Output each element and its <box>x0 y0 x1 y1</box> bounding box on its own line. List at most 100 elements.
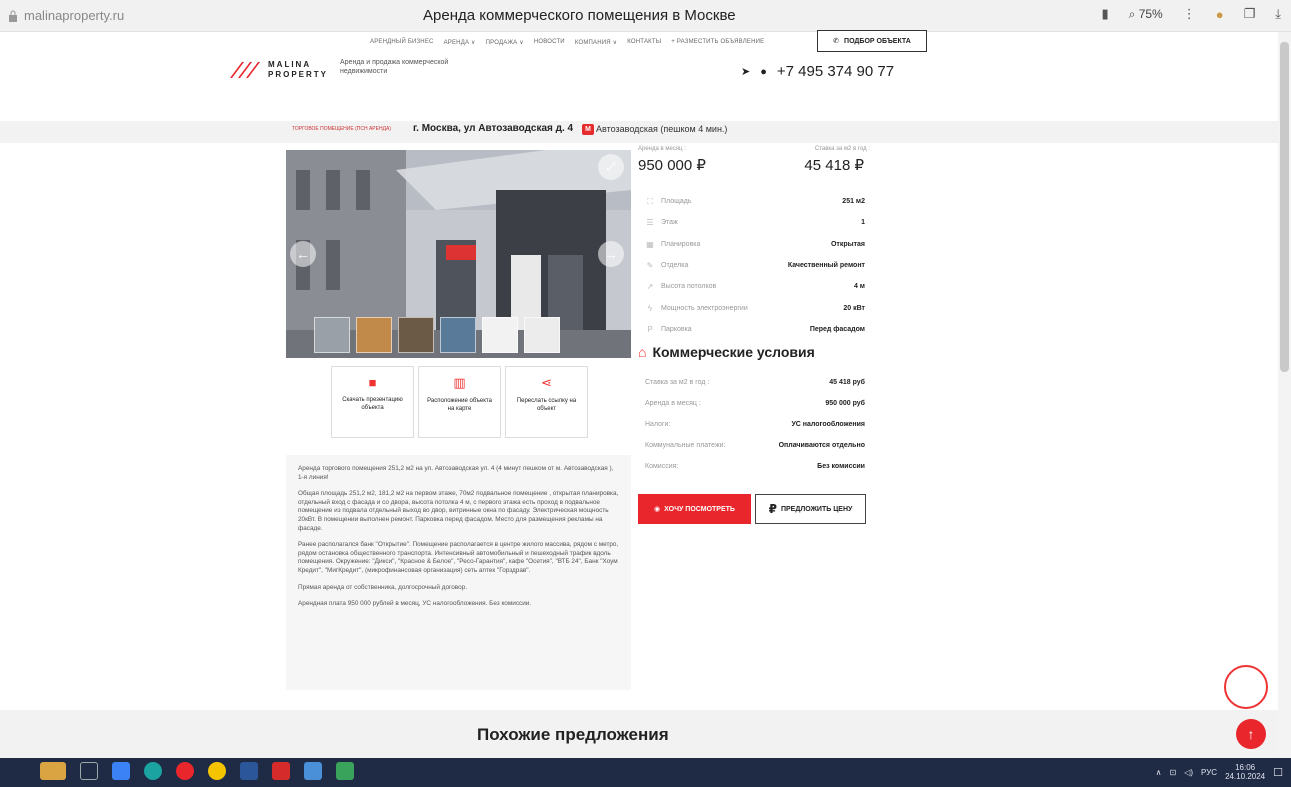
download-presentation-card[interactable]: ■ Скачать презентацию объекта <box>331 366 414 438</box>
offer-price-label: ПРЕДЛОЖИТЬ ЦЕНУ <box>780 505 853 513</box>
want-view-button[interactable]: ◉ ХОЧУ ПОСМОТРЕТЬ <box>638 494 751 524</box>
card-label: Скачать презентацию объекта <box>342 397 403 411</box>
word-icon[interactable] <box>240 762 258 780</box>
spreadsheet-icon[interactable] <box>336 762 354 780</box>
floor-icon: ☰ <box>646 218 654 228</box>
pick-object-button[interactable]: ✆ ПОДБОР ОБЪЕКТА <box>817 30 927 52</box>
site-logo[interactable]: MALINA PROPERTY <box>228 60 328 80</box>
callback-widget[interactable] <box>1224 665 1268 709</box>
nav-item[interactable]: АРЕНДНЫЙ БИЗНЕС <box>370 39 434 45</box>
zoom-level[interactable]: ⌕ 75% <box>1129 7 1163 22</box>
param-value: Качественный ремонт <box>787 262 865 270</box>
property-type: ТОРГОВОЕ ПОМЕЩЕНИЕ (ПСН АРЕНДА) <box>292 126 391 132</box>
param-row: ⛶ Площадь 251 м2 <box>645 191 865 212</box>
volume-icon[interactable]: ◁) <box>1184 768 1193 777</box>
clock-time: 16:06 <box>1235 763 1256 772</box>
condition-row: Комиссия: Без комиссии <box>645 456 865 477</box>
edge-icon[interactable] <box>144 762 162 780</box>
param-value: Открытая <box>830 240 865 248</box>
description-paragraph: Арендная плата 950 000 рублей в месяц, У… <box>298 600 532 608</box>
scrollbar-thumb[interactable] <box>1280 42 1289 372</box>
yandex-icon[interactable] <box>176 762 194 780</box>
nav-item[interactable]: ПРОДАЖА ∨ <box>486 39 524 46</box>
area-icon: ⛶ <box>647 196 653 206</box>
app-icon[interactable] <box>304 762 322 780</box>
phone-handset-icon: ✆ <box>833 38 840 45</box>
param-name: Мощность электроэнергии <box>661 304 748 312</box>
pick-object-label: ПОДБОР ОБЪЕКТА <box>844 37 911 45</box>
description-paragraph: Аренда торгового помещения 251,2 м2 на у… <box>298 465 614 481</box>
taskbar-apps <box>40 762 354 780</box>
condition-value: Оплачиваются отдельно <box>778 442 865 449</box>
bookmark-icon[interactable]: ▮ <box>1101 6 1108 22</box>
gallery-prev-button[interactable]: ← <box>290 241 316 267</box>
whatsapp-icon[interactable]: ● <box>760 66 767 78</box>
action-cards: ■ Скачать презентацию объекта ▥ Располож… <box>331 366 588 438</box>
pdf-icon[interactable] <box>272 762 290 780</box>
similar-offers-title: Похожие предложения <box>477 725 669 744</box>
chevron-up-icon[interactable]: ∧ <box>1156 768 1162 777</box>
network-icon[interactable]: ⊡ <box>1170 768 1177 777</box>
conditions-heading: ⌂ Коммерческие условия <box>638 344 815 360</box>
condition-name: Комиссия: <box>645 463 679 470</box>
page-scrollbar[interactable] <box>1278 32 1291 758</box>
property-description: Аренда торгового помещения 251,2 м2 на у… <box>286 455 631 690</box>
clock[interactable]: 16:06 24.10.2024 <box>1225 763 1265 781</box>
menu-dots-icon[interactable]: ⋮ <box>1183 6 1196 22</box>
offer-price-button[interactable]: ₽ ПРЕДЛОЖИТЬ ЦЕНУ <box>755 494 866 524</box>
param-name: Этаж <box>661 219 678 227</box>
eye-icon: ◉ <box>654 506 661 513</box>
map-location-card[interactable]: ▥ Расположение объекта на карте <box>418 366 501 438</box>
nav-item[interactable]: НОВОСТИ <box>534 39 565 45</box>
clock-date: 24.10.2024 <box>1225 772 1266 781</box>
notifications-icon[interactable]: ☐ <box>1273 766 1283 779</box>
file-explorer-icon[interactable] <box>112 762 130 780</box>
browser-toolbar: malinaproperty.ru Аренда коммерческого п… <box>0 0 1291 32</box>
language-indicator[interactable]: РУС <box>1201 768 1217 777</box>
param-value: 251 м2 <box>842 198 865 206</box>
nav-item[interactable]: КОНТАКТЫ <box>627 39 661 45</box>
address-bar[interactable]: malinaproperty.ru <box>8 8 124 23</box>
download-icon: ■ <box>368 375 377 390</box>
monthly-rent-label: Аренда в месяц : <box>638 146 686 152</box>
thumbnail[interactable] <box>314 317 350 353</box>
param-row: ✎ Отделка Качественный ремонт <box>645 255 865 276</box>
scroll-to-top-button[interactable]: ↑ <box>1236 719 1266 749</box>
finish-icon: ✎ <box>646 261 654 271</box>
param-name: Высота потолков <box>661 283 717 291</box>
description-paragraph: Общая площадь 251,2 м2, 181,2 м2 на перв… <box>298 490 619 532</box>
ruble-icon: ₽ <box>768 502 777 516</box>
share-link-card[interactable]: ⋖ Переслать ссылку на объект <box>505 366 588 438</box>
start-icon[interactable] <box>40 762 66 780</box>
condition-value: Без комиссии <box>817 463 865 470</box>
description-paragraph: Ранее располагался банк "Открытие". Поме… <box>298 541 619 574</box>
card-label: Расположение объекта на карте <box>427 398 492 412</box>
task-view-icon[interactable] <box>80 762 98 780</box>
thumbnail[interactable] <box>356 317 392 353</box>
thumbnail[interactable] <box>440 317 476 353</box>
system-tray: ∧ ⊡ ◁) РУС 16:06 24.10.2024 ☐ <box>1156 763 1283 781</box>
metro-icon: М <box>582 124 594 135</box>
nav-item[interactable]: АРЕНДА ∨ <box>444 39 476 46</box>
param-row: ▦ Планировка Открытая <box>645 234 865 255</box>
phone-number[interactable]: +7 495 374 90 77 <box>777 63 894 80</box>
extension-icon[interactable]: ● <box>1216 7 1224 22</box>
collections-icon[interactable]: ❐ <box>1244 6 1256 22</box>
thumbnail[interactable] <box>482 317 518 353</box>
nav-item[interactable]: КОМПАНИЯ ∨ <box>575 39 617 46</box>
condition-name: Аренда в месяц : <box>645 400 701 407</box>
yandex-browser-icon[interactable] <box>208 762 226 780</box>
param-value: Перед фасадом <box>809 325 865 333</box>
telegram-icon[interactable]: ➤ <box>741 65 750 78</box>
rate-per-m2-value: 45 418 ₽ <box>804 157 864 174</box>
condition-value: УС налогообложения <box>791 421 865 428</box>
fullscreen-button[interactable]: ⤢ <box>598 154 624 180</box>
nav-item[interactable]: + РАЗМЕСТИТЬ ОБЪЯВЛЕНИЕ <box>671 39 764 45</box>
gallery-next-button[interactable]: → <box>598 241 624 267</box>
download-arrow-icon[interactable]: ⤓ <box>1275 6 1281 22</box>
thumbnail[interactable] <box>524 317 560 353</box>
layout-icon: ▦ <box>646 239 654 249</box>
top-navigation: АРЕНДНЫЙ БИЗНЕС АРЕНДА ∨ ПРОДАЖА ∨ НОВОС… <box>370 33 764 51</box>
thumbnail[interactable] <box>398 317 434 353</box>
description-paragraph: Прямая аренда от собственника, долгосроч… <box>298 583 467 591</box>
